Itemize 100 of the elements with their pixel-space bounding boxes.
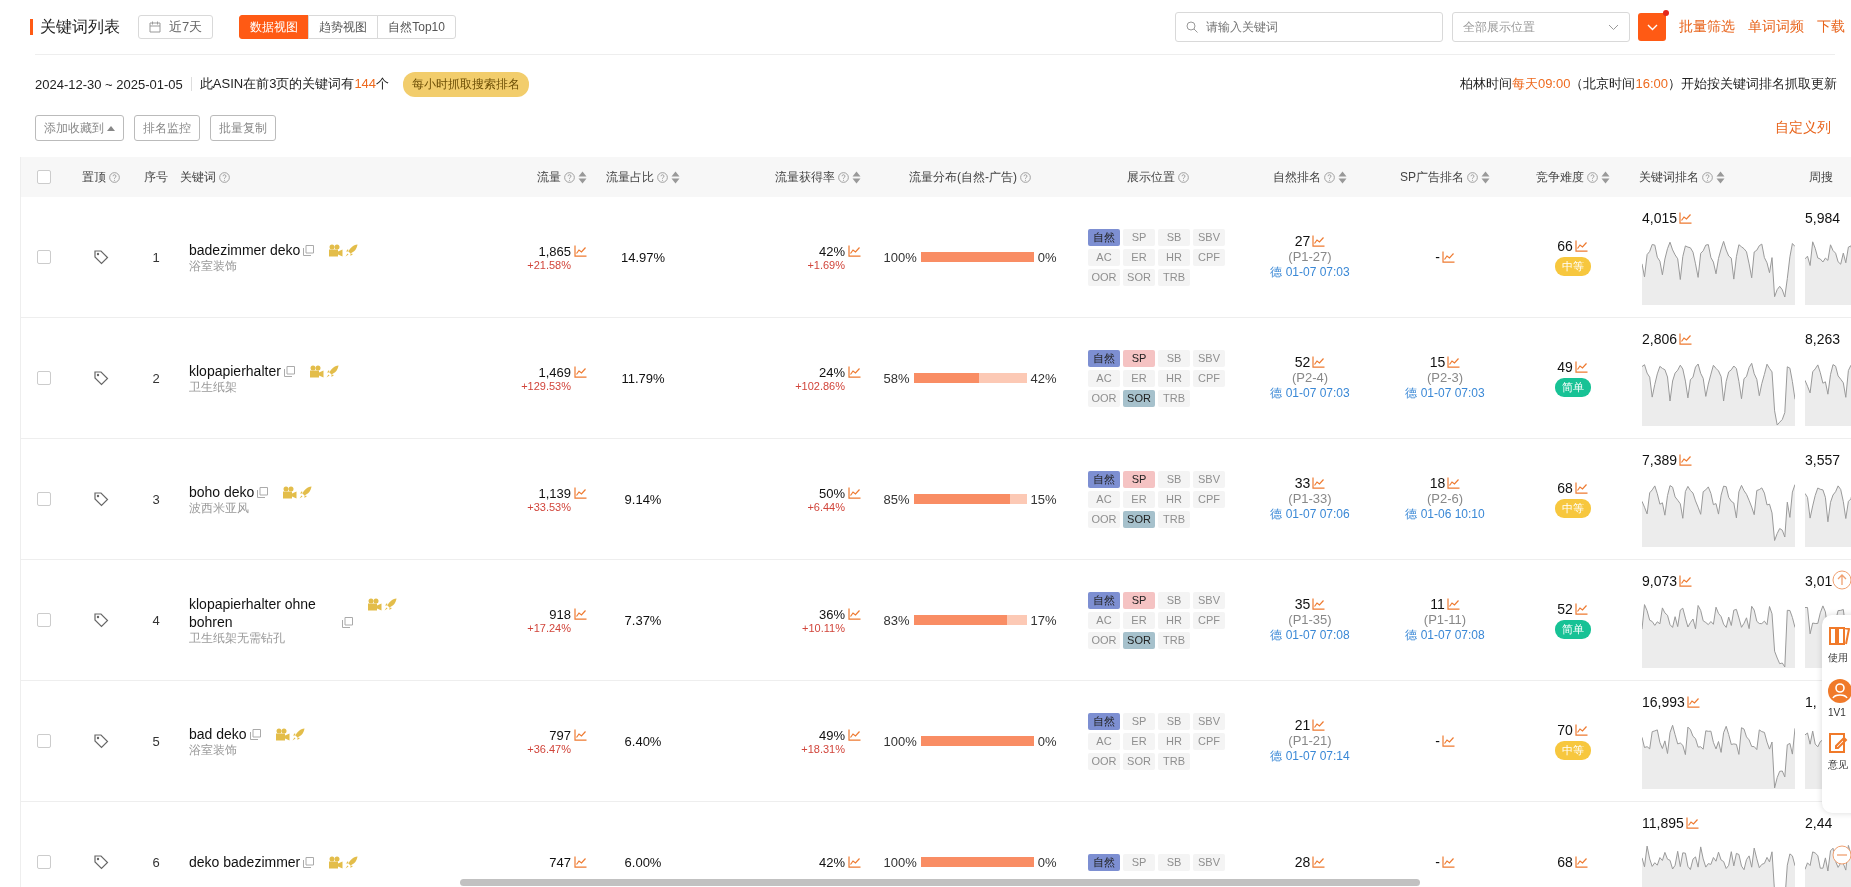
trend-chart-icon[interactable] [1685,816,1699,829]
trend-chart-icon[interactable] [848,487,861,499]
trend-chart-icon[interactable] [1441,856,1455,868]
trend-chart-icon[interactable] [574,487,587,499]
action-button[interactable]: 添加收藏到 [35,115,124,141]
sort-icon[interactable] [1338,170,1347,184]
rank-time-link[interactable]: 德 01-07 07:06 [1270,506,1350,523]
trend-chart-icon[interactable] [848,366,861,378]
sort-icon[interactable] [578,170,587,184]
copy-icon[interactable] [249,729,261,740]
help-icon[interactable] [838,171,849,183]
trend-chart-icon[interactable] [1441,251,1455,263]
trend-chart-icon[interactable] [1574,361,1588,373]
trend-chart-icon[interactable] [574,856,587,868]
position-select[interactable]: 全部展示位置 [1452,12,1630,42]
person-icon[interactable] [1828,679,1851,703]
trend-chart-icon[interactable] [574,366,587,378]
trend-chart-icon[interactable] [1441,735,1455,747]
help-icon[interactable] [564,171,575,183]
trend-chart-icon[interactable] [1686,695,1700,708]
sort-icon[interactable] [1600,170,1610,184]
trend-chart-icon[interactable] [1312,856,1326,868]
copy-icon[interactable] [303,245,315,256]
horizontal-scrollbar[interactable] [460,879,1420,886]
trend-chart-icon[interactable] [848,729,861,741]
help-icon[interactable] [657,171,668,183]
keyword-search-field[interactable]: 请输入关键词 [1175,12,1443,42]
trend-chart-icon[interactable] [1312,235,1326,247]
action-button[interactable]: 批量复制 [210,115,276,141]
trend-chart-icon[interactable] [1447,477,1461,489]
view-tab[interactable]: 自然Top10 [377,15,456,39]
help-icon[interactable] [219,171,230,183]
sort-icon[interactable] [852,170,861,184]
book-icon[interactable] [1828,625,1850,647]
trend-chart-icon[interactable] [848,245,861,257]
tag-icon[interactable] [93,612,109,628]
rank-time-link[interactable]: 德 01-07 07:08 [1405,627,1485,644]
trend-chart-icon[interactable] [848,856,861,868]
row-checkbox[interactable] [36,613,51,627]
row-checkbox[interactable] [36,492,51,506]
help-icon[interactable] [1324,171,1335,183]
tag-icon[interactable] [93,370,109,386]
row-checkbox[interactable] [36,250,51,264]
toolbar-link[interactable]: 下载 [1817,18,1845,36]
edit-icon[interactable] [1828,732,1850,754]
side-toolbar-label[interactable]: 意见 [1828,758,1848,772]
trend-chart-icon[interactable] [574,729,587,741]
customize-columns-link[interactable]: 自定义列 [1775,119,1831,137]
sort-icon[interactable] [1481,170,1490,184]
select-all-checkbox[interactable] [36,170,51,184]
rank-time-link[interactable]: 德 01-07 07:03 [1270,264,1350,281]
trend-chart-icon[interactable] [1312,356,1326,368]
action-button[interactable]: 排名监控 [134,115,200,141]
copy-icon[interactable] [257,487,269,498]
tag-icon[interactable] [93,854,109,870]
side-toolbar-label[interactable]: 1V1 [1828,707,1846,718]
copy-icon[interactable] [342,617,353,628]
sort-icon[interactable] [1716,170,1725,184]
row-checkbox[interactable] [36,371,51,385]
toolbar-link[interactable]: 批量筛选 [1679,18,1735,36]
trend-chart-icon[interactable] [1312,598,1326,610]
row-checkbox[interactable] [36,734,51,748]
trend-chart-icon[interactable] [1679,211,1693,224]
side-toolbar-label[interactable]: 使用 [1828,651,1848,665]
rank-time-link[interactable]: 德 01-06 10:10 [1405,506,1485,523]
date-range-button[interactable]: 近7天 [138,15,214,39]
rank-time-link[interactable]: 德 01-07 07:03 [1270,385,1350,402]
filter-dropdown-button[interactable] [1638,13,1666,41]
trend-chart-icon[interactable] [1312,719,1326,731]
rank-time-link[interactable]: 德 01-07 07:14 [1270,748,1350,765]
trend-chart-icon[interactable] [574,245,587,257]
help-icon[interactable] [1020,171,1031,183]
help-icon[interactable] [1177,171,1189,183]
trend-chart-icon[interactable] [574,608,587,620]
toolbar-link[interactable]: 单词词频 [1748,18,1804,36]
trend-chart-icon[interactable] [1574,856,1588,868]
trend-chart-icon[interactable] [1679,453,1693,466]
tag-icon[interactable] [93,249,109,265]
arrow-up-icon[interactable] [1832,570,1851,590]
help-icon[interactable] [109,171,120,183]
rank-time-link[interactable]: 德 01-07 07:03 [1405,385,1485,402]
help-icon[interactable] [1586,171,1598,183]
copy-icon[interactable] [303,857,315,868]
help-icon[interactable] [1702,171,1713,183]
trend-chart-icon[interactable] [1574,240,1588,252]
trend-chart-icon[interactable] [1574,724,1588,736]
trend-chart-icon[interactable] [1679,574,1693,587]
help-icon[interactable] [1467,171,1478,183]
tag-icon[interactable] [93,733,109,749]
tag-icon[interactable] [93,491,109,507]
sort-icon[interactable] [671,170,680,184]
trend-chart-icon[interactable] [1679,332,1693,345]
view-tab[interactable]: 数据视图 [239,15,310,39]
trend-chart-icon[interactable] [1574,482,1588,494]
copy-icon[interactable] [283,366,295,377]
trend-chart-icon[interactable] [1447,356,1461,368]
rank-time-link[interactable]: 德 01-07 07:08 [1270,627,1350,644]
trend-chart-icon[interactable] [1446,598,1460,610]
trend-chart-icon[interactable] [1574,603,1588,615]
view-tab[interactable]: 趋势视图 [308,15,379,39]
